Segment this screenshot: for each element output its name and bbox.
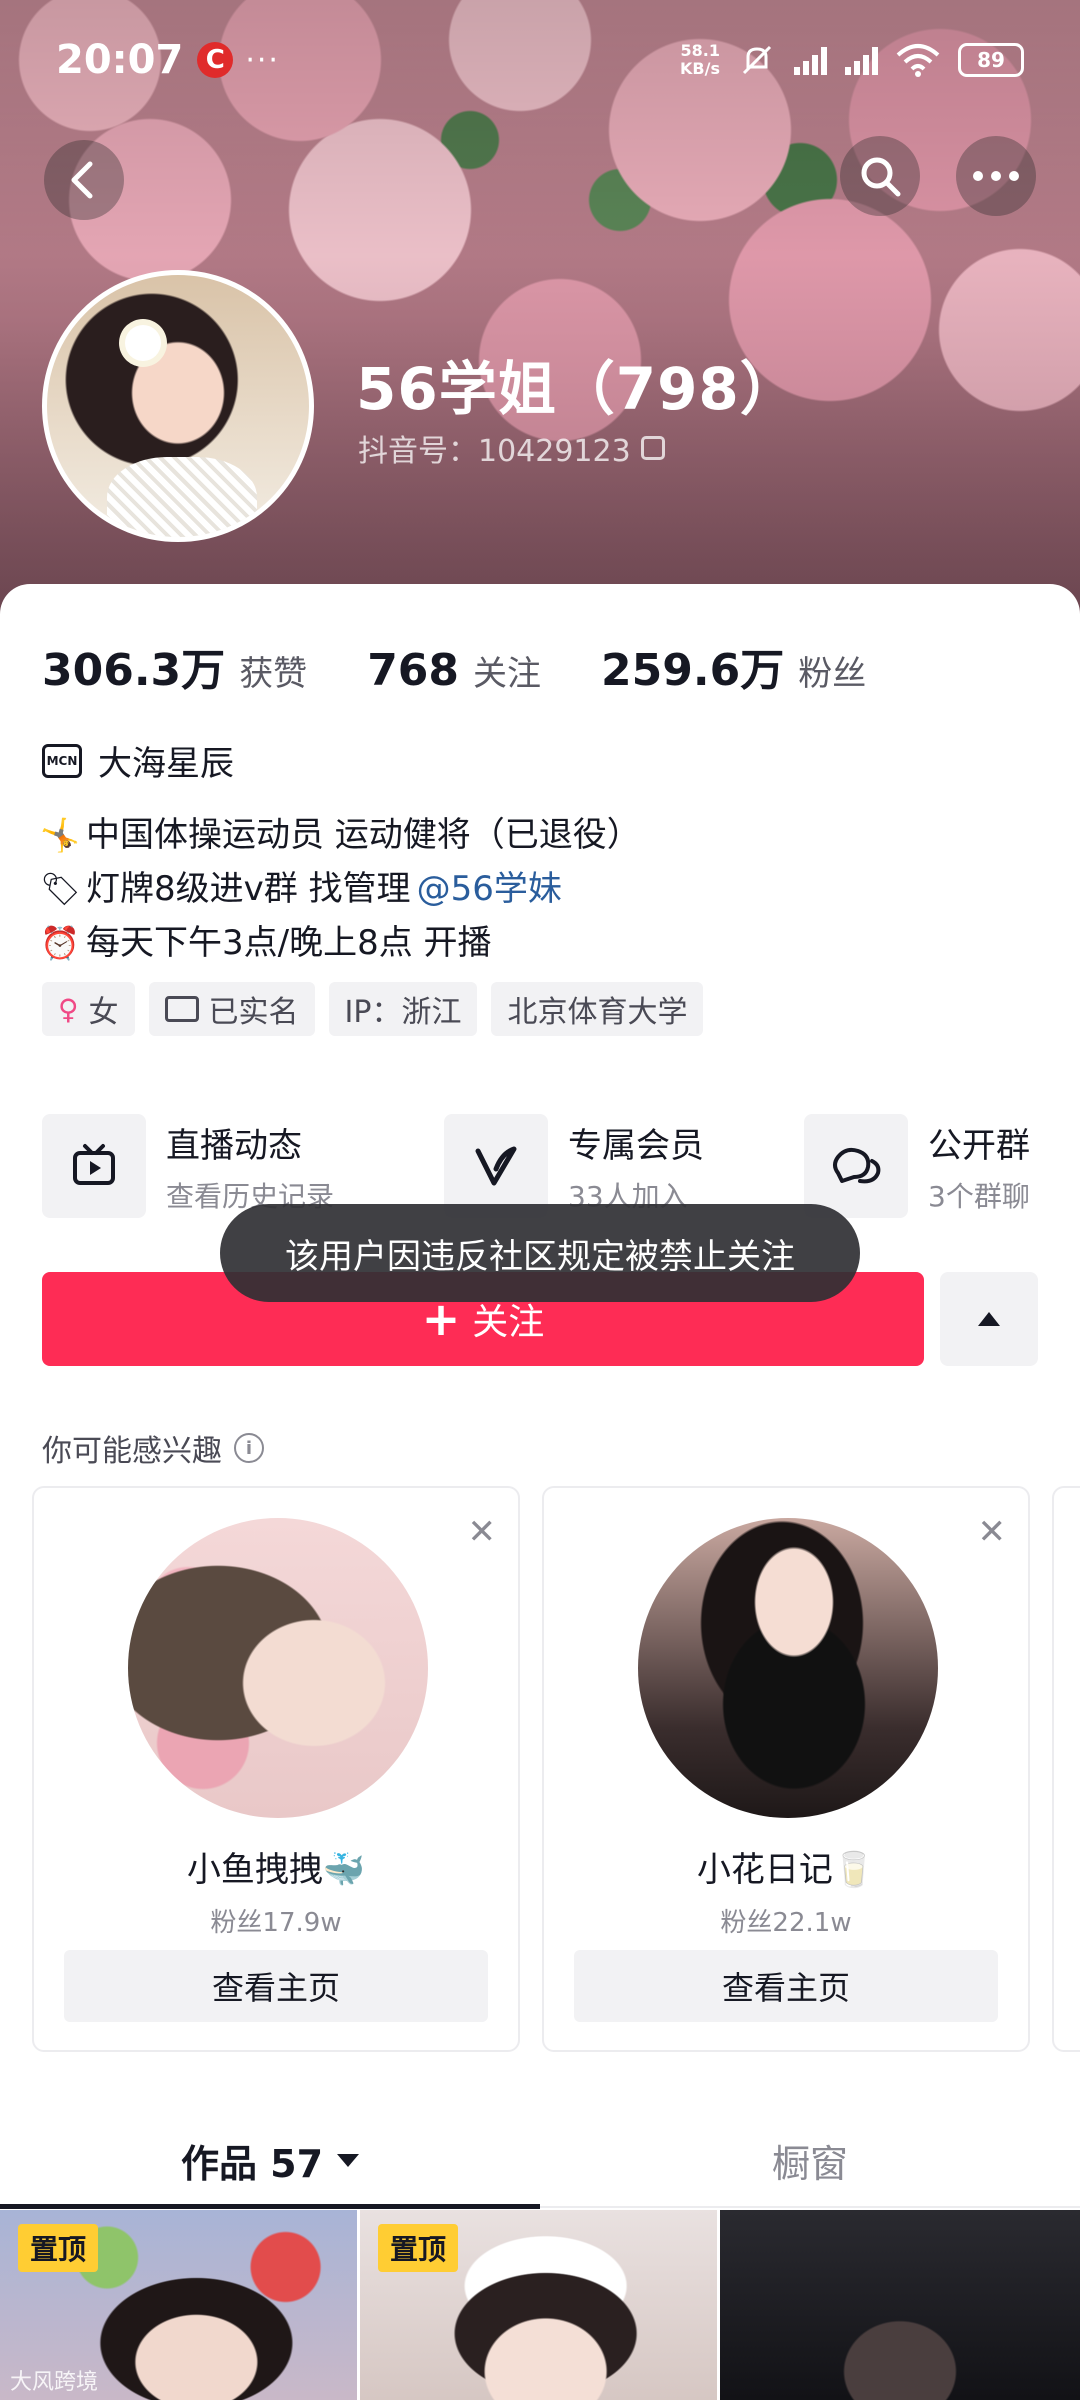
bio-line: 🤸 中国体操运动员 运动健将（已退役）: [40, 808, 641, 862]
signal-icon-1: [794, 45, 827, 75]
search-button[interactable]: [840, 136, 920, 216]
feature-title: 公开群: [928, 1125, 1030, 1166]
tag-emoji: 🏷: [40, 870, 81, 908]
profile-bio: 🤸 中国体操运动员 运动健将（已退役） 🏷 灯牌8级进v群 找管理 @56学妹 ⏰…: [40, 808, 641, 970]
view-profile-button[interactable]: 查看主页: [574, 1950, 998, 2022]
recommendation-card[interactable]: ✕ 小花日记🥛 粉丝22.1w 查看主页: [542, 1486, 1030, 2052]
school-tag[interactable]: 北京体育大学: [491, 982, 704, 1036]
bio-line: 🏷 灯牌8级进v群 找管理 @56学妹: [40, 862, 641, 916]
recommendation-avatar[interactable]: [638, 1518, 938, 1818]
recommendation-avatar[interactable]: [128, 1518, 428, 1818]
status-bar: 20:07 C ··· 58.1 KB/s 89: [0, 0, 1080, 120]
status-icons: 58.1 KB/s 89: [680, 41, 1024, 79]
profile-tags: ♀ 女 已实名 IP：浙江 北京体育大学: [42, 982, 704, 1036]
network-speed: 58.1 KB/s: [680, 41, 720, 78]
content-tabs: 作品 57 橱窗: [0, 2112, 1080, 2208]
feature-title: 直播动态: [166, 1125, 302, 1166]
view-profile-button[interactable]: 查看主页: [64, 1950, 488, 2022]
bio-text: 中国体操运动员 运动健将（已退役）: [86, 815, 641, 855]
likes-label: 获赞: [239, 654, 308, 694]
mcn-label: 大海星辰: [98, 744, 234, 784]
close-icon[interactable]: ✕: [468, 1512, 497, 1552]
search-icon: [861, 157, 901, 197]
tab-shop-window[interactable]: 橱窗: [540, 2112, 1080, 2208]
likes-count[interactable]: 306.3万: [42, 634, 225, 698]
following-label: 关注: [473, 654, 542, 694]
profile-name: 56学姐（798）: [356, 355, 799, 423]
recommendation-card[interactable]: ✕ 小鱼拽拽🐳 粉丝17.9w 查看主页: [32, 1486, 520, 2052]
gender-label: 女: [88, 995, 119, 1030]
tab-indicator: [0, 2204, 540, 2209]
caret-down-icon: [337, 2153, 360, 2167]
recommendation-fans: 粉丝22.1w: [720, 1908, 852, 1938]
close-icon[interactable]: ✕: [978, 1512, 1007, 1552]
recommendations-header: 你可能感兴趣 i: [42, 1426, 264, 1470]
signal-icon-2: [845, 45, 878, 75]
watermark: 大风跨境: [10, 2370, 99, 2395]
recommendations-title: 你可能感兴趣: [42, 1434, 222, 1469]
followers-label: 粉丝: [798, 654, 867, 694]
recommendation-fans: 粉丝17.9w: [210, 1908, 342, 1938]
mcn-row[interactable]: MCN 大海星辰: [42, 736, 234, 785]
profile-avatar[interactable]: [42, 270, 314, 542]
video-thumbnail[interactable]: 置顶: [360, 2210, 717, 2400]
recommendation-name: 小花日记🥛: [696, 1850, 876, 1890]
feature-membership[interactable]: 专属会员 33人加入: [444, 1114, 704, 1218]
mention-link[interactable]: @56学妹: [417, 862, 562, 916]
video-thumbnail[interactable]: 置顶 大风跨境: [0, 2210, 357, 2400]
bio-text: 灯牌8级进v群 找管理: [86, 869, 411, 909]
vip-icon: [444, 1114, 548, 1218]
verified-label: 已实名: [208, 995, 299, 1030]
feature-subtitle: 3个群聊: [928, 1179, 1030, 1213]
app-notification-icon: C: [197, 42, 234, 78]
expand-recommendations-button[interactable]: [940, 1272, 1038, 1366]
mute-icon: [742, 45, 772, 75]
status-time: 20:07: [56, 37, 184, 83]
gender-tag: ♀ 女: [42, 982, 135, 1036]
mcn-icon: MCN: [42, 743, 82, 778]
tab-works-label: 作品 57: [180, 2141, 324, 2186]
video-thumbnail[interactable]: [720, 2210, 1080, 2400]
more-dots-icon: [973, 171, 1019, 181]
avatar-outfit: [107, 457, 257, 537]
bio-text: 每天下午3点/晚上8点 开播: [86, 923, 492, 963]
feature-live-history[interactable]: 直播动态 查看历史记录: [42, 1114, 334, 1218]
avatar-flower: [125, 325, 161, 361]
gymnast-emoji: 🤸: [40, 816, 80, 854]
battery-indicator: 89: [958, 43, 1024, 77]
pinned-badge: 置顶: [378, 2224, 459, 2272]
feature-public-group[interactable]: 公开群 3个群聊: [804, 1114, 1030, 1218]
pinned-badge: 置顶: [18, 2224, 99, 2272]
profile-card: 306.3万 获赞 768 关注 259.6万 粉丝 MCN 大海星辰 🤸 中国…: [0, 584, 1080, 2400]
plus-icon: +: [421, 1292, 461, 1346]
ip-tag: IP：浙江: [328, 982, 478, 1036]
works-grid: 置顶 大风跨境 置顶: [0, 2210, 1080, 2400]
douyin-id[interactable]: 抖音号：10429123: [358, 426, 665, 470]
verified-tag[interactable]: 已实名: [148, 982, 315, 1036]
chat-icon: [804, 1114, 908, 1218]
back-button[interactable]: [44, 140, 124, 220]
tab-works[interactable]: 作品 57: [0, 2112, 540, 2208]
id-card-icon: [164, 996, 199, 1022]
tv-icon: [42, 1114, 146, 1218]
alarm-clock-emoji: ⏰: [40, 924, 80, 962]
chevron-left-icon: [71, 161, 93, 199]
recommendation-name: 小鱼拽拽🐳: [186, 1850, 366, 1890]
info-icon[interactable]: i: [234, 1433, 264, 1463]
female-icon: ♀: [58, 992, 79, 1026]
triangle-up-icon: [978, 1312, 1000, 1326]
more-button[interactable]: [956, 136, 1036, 216]
copy-icon[interactable]: [640, 436, 665, 460]
feature-title: 专属会员: [568, 1125, 704, 1166]
wifi-icon: [896, 44, 940, 77]
bio-line: ⏰ 每天下午3点/晚上8点 开播: [40, 916, 641, 970]
more-notifications-icon: ···: [245, 42, 280, 78]
followers-count[interactable]: 259.6万: [601, 634, 784, 698]
douyin-id-text: 抖音号：10429123: [358, 434, 631, 469]
toast-message: 该用户因违反社区规定被禁止关注: [220, 1204, 860, 1302]
recommendation-card-partial[interactable]: [1052, 1486, 1080, 2052]
following-count[interactable]: 768: [367, 645, 459, 696]
profile-stats: 306.3万 获赞 768 关注 259.6万 粉丝: [42, 634, 926, 698]
